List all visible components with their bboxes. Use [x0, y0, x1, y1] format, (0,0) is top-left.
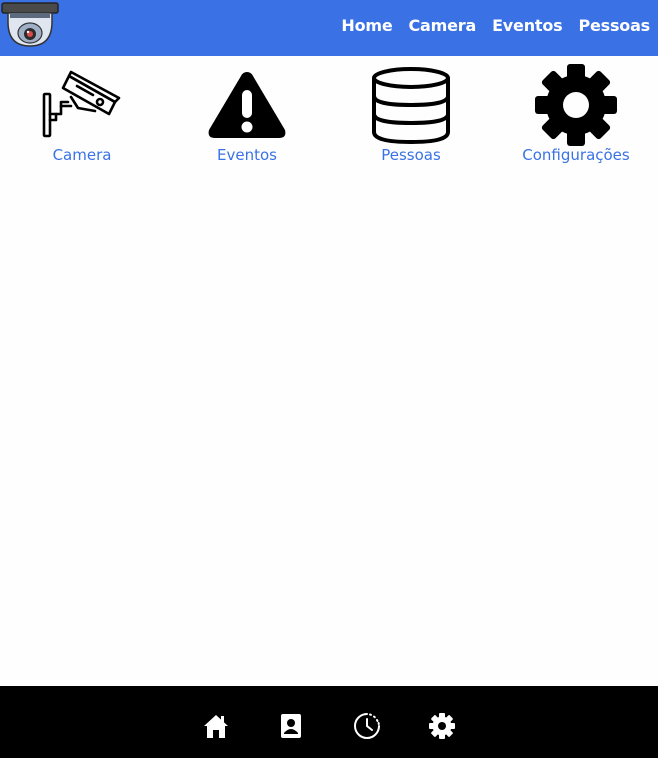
- security-camera-dome-icon[interactable]: [0, 0, 60, 50]
- bottom-navbar: [0, 686, 658, 758]
- shortcut-camera[interactable]: Camera: [7, 60, 157, 168]
- shortcut-pessoas[interactable]: Pessoas: [336, 60, 486, 168]
- settings-gear-icon[interactable]: [428, 712, 456, 740]
- gear-icon: [535, 64, 617, 146]
- home-icon[interactable]: [202, 712, 230, 740]
- database-icon: [370, 64, 452, 146]
- nav-link-eventos[interactable]: Eventos: [492, 16, 563, 35]
- nav-link-pessoas[interactable]: Pessoas: [578, 16, 650, 35]
- shortcut-label-pessoas: Pessoas: [381, 146, 441, 164]
- shortcut-label-configuracoes: Configurações: [522, 146, 630, 164]
- top-navbar: Home Camera Eventos Pessoas: [0, 0, 658, 56]
- nav-link-home[interactable]: Home: [341, 16, 392, 35]
- history-clock-icon[interactable]: [353, 712, 381, 740]
- shortcut-eventos[interactable]: Eventos: [172, 60, 322, 168]
- warning-icon: [206, 64, 288, 146]
- nav-link-camera[interactable]: Camera: [409, 16, 477, 35]
- shortcut-label-eventos: Eventos: [217, 146, 277, 164]
- shortcut-grid: Camera Eventos Pessoas Configurações: [0, 60, 658, 170]
- cctv-camera-icon: [41, 64, 123, 146]
- contact-book-icon[interactable]: [277, 712, 305, 740]
- top-nav-links: Home Camera Eventos Pessoas: [341, 0, 650, 50]
- shortcut-configuracoes[interactable]: Configurações: [501, 60, 651, 168]
- app-page: Home Camera Eventos Pessoas Camera Event…: [0, 0, 658, 758]
- shortcut-label-camera: Camera: [52, 146, 112, 164]
